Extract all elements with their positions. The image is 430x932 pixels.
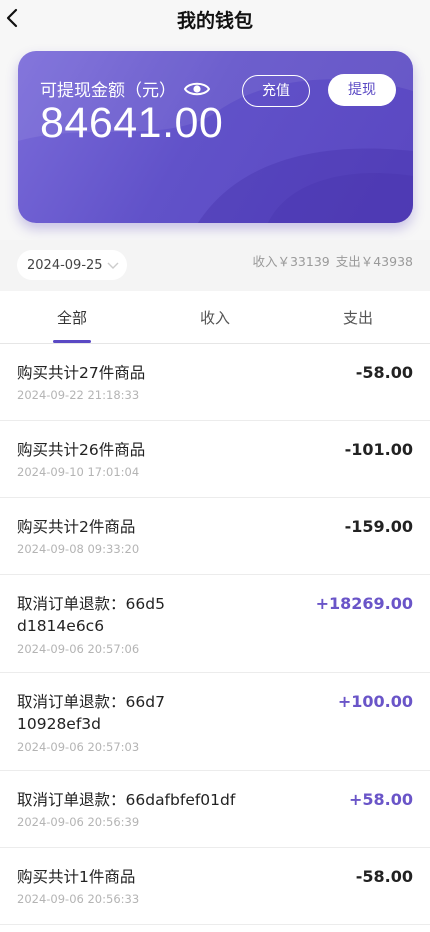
transaction-amount: -58.00 [355,363,413,382]
wallet-card: 可提现金额（元） 84641.00 充值 提现 [18,51,413,223]
transaction-time: 2024-09-08 09:33:20 [17,542,140,556]
filter-bar: 2024-09-25 收入￥33139 支出￥43938 [0,240,430,291]
top-bar: 我的钱包 [0,0,430,36]
wallet-page: 我的钱包 可提现金额（元） 84641.00 充值 提现 2024-09-25 … [0,0,430,932]
balance-amount: 84641.00 [40,99,224,147]
tab-all[interactable]: 全部 [22,307,122,328]
transaction-time: 2024-09-22 21:18:33 [17,388,140,402]
transaction-row[interactable]: 购买共计27件商品 2024-09-22 21:18:33 -58.00 [0,344,430,421]
date-value: 2024-09-25 [27,257,103,273]
transaction-time: 2024-09-06 20:57:06 [17,642,140,656]
income-expense-summary: 收入￥33139 支出￥43938 [250,251,413,270]
transaction-title: 购买共计2件商品 [17,518,136,536]
transaction-amount: +58.00 [348,790,413,809]
chevron-down-icon [107,262,119,269]
transaction-amount: +100.00 [337,692,413,711]
transaction-row[interactable]: 购买共计26件商品 2024-09-10 17:01:04 -101.00 [0,421,430,498]
transaction-title: 取消订单退款：66d710928ef3d [17,693,165,733]
page-title: 我的钱包 [176,10,253,32]
tab-bar: 全部 收入 支出 [0,291,430,344]
transaction-row[interactable]: 取消订单退款：66dafbfef01df 2024-09-06 20:56:39 +… [0,771,430,848]
withdraw-button[interactable]: 提现 [328,74,396,106]
transaction-title: 购买共计27件商品 [17,364,146,382]
active-tab-indicator [53,340,91,343]
balance-label: 可提现金额（元） [40,76,210,101]
tab-income[interactable]: 收入 [165,307,265,328]
transaction-row[interactable]: 购买共计1件商品 2024-09-06 20:56:33 -58.00 [0,848,430,925]
transaction-title: 取消订单退款：66dafbfef01df [17,791,236,809]
transaction-amount: -101.00 [344,440,413,459]
transaction-amount: -58.00 [355,867,413,886]
eye-icon[interactable] [184,80,210,98]
transaction-time: 2024-09-06 20:57:03 [17,740,140,754]
transaction-row[interactable]: 购买共计2件商品 2024-09-08 09:33:20 -159.00 [0,498,430,575]
transaction-title: 购买共计1件商品 [17,868,136,886]
transaction-time: 2024-09-10 17:01:04 [17,465,140,479]
transaction-row[interactable]: 取消订单退款：66d5d1814e6c6 2024-09-06 20:57:06 +… [0,575,430,673]
transaction-title: 购买共计26件商品 [17,441,146,459]
balance-label-text: 可提现金额（元） [40,81,176,101]
income-summary: 收入￥33139 [252,254,330,269]
back-arrow-icon[interactable] [4,8,24,28]
transaction-list: 购买共计27件商品 2024-09-22 21:18:33 -58.00 购买共计26… [0,344,430,925]
tab-expense[interactable]: 支出 [308,307,408,328]
transaction-time: 2024-09-06 20:56:39 [17,815,140,829]
card-zone: 可提现金额（元） 84641.00 充值 提现 [0,36,430,240]
recharge-button[interactable]: 充值 [242,75,310,107]
transaction-title: 取消订单退款：66d5d1814e6c6 [17,595,165,635]
transaction-amount: +18269.00 [315,594,413,613]
transaction-time: 2024-09-06 20:56:33 [17,892,140,906]
date-picker[interactable]: 2024-09-25 [17,250,127,280]
transaction-amount: -159.00 [344,517,413,536]
expense-summary: 支出￥43938 [335,254,413,269]
transaction-row[interactable]: 取消订单退款：66d710928ef3d 2024-09-06 20:57:03 +… [0,673,430,771]
